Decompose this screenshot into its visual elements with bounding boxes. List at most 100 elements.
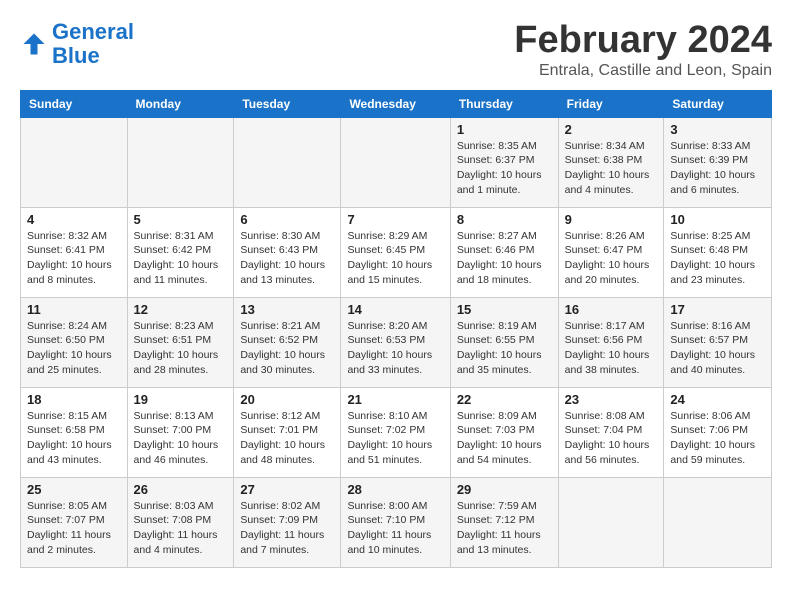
- calendar-cell: [127, 117, 234, 207]
- day-info: Sunrise: 8:31 AM Sunset: 6:42 PM Dayligh…: [134, 229, 228, 288]
- calendar-week-row: 11 Sunrise: 8:24 AM Sunset: 6:50 PM Dayli…: [21, 297, 772, 387]
- calendar-cell: 4Sunrise: 8:32 AM Sunset: 6:41 PM Daylig…: [21, 207, 128, 297]
- calendar-cell: 14 Sunrise: 8:20 AM Sunset: 6:53 PM Dayli…: [341, 297, 450, 387]
- location-title: Entrala, Castille and Leon, Spain: [514, 62, 772, 80]
- day-number: 6: [240, 212, 334, 227]
- calendar-cell: 1 Sunrise: 8:35 AM Sunset: 6:37 PM Daylig…: [450, 117, 558, 207]
- calendar-cell: [341, 117, 450, 207]
- day-number: 13: [240, 302, 334, 317]
- weekday-header-row: SundayMondayTuesdayWednesdayThursdayFrid…: [21, 90, 772, 117]
- calendar-cell: 19 Sunrise: 8:13 AM Sunset: 7:00 PM Dayli…: [127, 387, 234, 477]
- day-info: Sunrise: 8:12 AM Sunset: 7:01 PM Dayligh…: [240, 409, 334, 468]
- calendar-cell: 23Sunrise: 8:08 AM Sunset: 7:04 PM Dayli…: [558, 387, 664, 477]
- day-info: Sunrise: 8:26 AM Sunset: 6:47 PM Dayligh…: [565, 229, 658, 288]
- day-info: Sunrise: 7:59 AM Sunset: 7:12 PM Dayligh…: [457, 499, 552, 558]
- day-info: Sunrise: 8:25 AM Sunset: 6:48 PM Dayligh…: [670, 229, 765, 288]
- day-number: 15: [457, 302, 552, 317]
- calendar-cell: [21, 117, 128, 207]
- day-info: Sunrise: 8:03 AM Sunset: 7:08 PM Dayligh…: [134, 499, 228, 558]
- weekday-header-friday: Friday: [558, 90, 664, 117]
- calendar-cell: 29Sunrise: 7:59 AM Sunset: 7:12 PM Dayli…: [450, 477, 558, 567]
- day-info: Sunrise: 8:27 AM Sunset: 6:46 PM Dayligh…: [457, 229, 552, 288]
- calendar-table: SundayMondayTuesdayWednesdayThursdayFrid…: [20, 90, 772, 568]
- day-info: Sunrise: 8:21 AM Sunset: 6:52 PM Dayligh…: [240, 319, 334, 378]
- calendar-week-row: 25 Sunrise: 8:05 AM Sunset: 7:07 PM Dayli…: [21, 477, 772, 567]
- day-number: 18: [27, 392, 121, 407]
- calendar-cell: 18 Sunrise: 8:15 AM Sunset: 6:58 PM Dayli…: [21, 387, 128, 477]
- logo-icon: [20, 30, 48, 58]
- day-number: 9: [565, 212, 658, 227]
- calendar-cell: 7Sunrise: 8:29 AM Sunset: 6:45 PM Daylig…: [341, 207, 450, 297]
- calendar-cell: 9 Sunrise: 8:26 AM Sunset: 6:47 PM Daylig…: [558, 207, 664, 297]
- day-number: 21: [347, 392, 443, 407]
- day-number: 17: [670, 302, 765, 317]
- weekday-header-saturday: Saturday: [664, 90, 772, 117]
- day-info: Sunrise: 8:17 AM Sunset: 6:56 PM Dayligh…: [565, 319, 658, 378]
- calendar-cell: 12 Sunrise: 8:23 AM Sunset: 6:51 PM Dayli…: [127, 297, 234, 387]
- header: General Blue February 2024 Entrala, Cast…: [20, 20, 772, 80]
- day-number: 16: [565, 302, 658, 317]
- calendar-cell: 13 Sunrise: 8:21 AM Sunset: 6:52 PM Dayli…: [234, 297, 341, 387]
- calendar-cell: 8 Sunrise: 8:27 AM Sunset: 6:46 PM Daylig…: [450, 207, 558, 297]
- day-info: Sunrise: 8:06 AM Sunset: 7:06 PM Dayligh…: [670, 409, 765, 468]
- logo: General Blue: [20, 20, 134, 68]
- calendar-cell: 6 Sunrise: 8:30 AM Sunset: 6:43 PM Daylig…: [234, 207, 341, 297]
- day-number: 24: [670, 392, 765, 407]
- day-info: Sunrise: 8:33 AM Sunset: 6:39 PM Dayligh…: [670, 139, 765, 198]
- title-section: February 2024 Entrala, Castille and Leon…: [514, 20, 772, 80]
- day-info: Sunrise: 8:09 AM Sunset: 7:03 PM Dayligh…: [457, 409, 552, 468]
- day-info: Sunrise: 8:34 AM Sunset: 6:38 PM Dayligh…: [565, 139, 658, 198]
- day-number: 26: [134, 482, 228, 497]
- day-info: Sunrise: 8:13 AM Sunset: 7:00 PM Dayligh…: [134, 409, 228, 468]
- day-number: 19: [134, 392, 228, 407]
- day-number: 28: [347, 482, 443, 497]
- day-info: Sunrise: 8:20 AM Sunset: 6:53 PM Dayligh…: [347, 319, 443, 378]
- day-info: Sunrise: 8:30 AM Sunset: 6:43 PM Dayligh…: [240, 229, 334, 288]
- day-number: 27: [240, 482, 334, 497]
- day-info: Sunrise: 8:10 AM Sunset: 7:02 PM Dayligh…: [347, 409, 443, 468]
- day-number: 10: [670, 212, 765, 227]
- calendar-cell: 21 Sunrise: 8:10 AM Sunset: 7:02 PM Dayli…: [341, 387, 450, 477]
- logo-general: General: [52, 19, 134, 44]
- day-number: 20: [240, 392, 334, 407]
- calendar-cell: 10 Sunrise: 8:25 AM Sunset: 6:48 PM Dayli…: [664, 207, 772, 297]
- day-info: Sunrise: 8:00 AM Sunset: 7:10 PM Dayligh…: [347, 499, 443, 558]
- day-number: 22: [457, 392, 552, 407]
- day-info: Sunrise: 8:19 AM Sunset: 6:55 PM Dayligh…: [457, 319, 552, 378]
- day-info: Sunrise: 8:23 AM Sunset: 6:51 PM Dayligh…: [134, 319, 228, 378]
- day-number: 12: [134, 302, 228, 317]
- day-info: Sunrise: 8:16 AM Sunset: 6:57 PM Dayligh…: [670, 319, 765, 378]
- calendar-cell: 16 Sunrise: 8:17 AM Sunset: 6:56 PM Dayli…: [558, 297, 664, 387]
- calendar-cell: 27 Sunrise: 8:02 AM Sunset: 7:09 PM Dayli…: [234, 477, 341, 567]
- day-info: Sunrise: 8:08 AM Sunset: 7:04 PM Dayligh…: [565, 409, 658, 468]
- weekday-header-sunday: Sunday: [21, 90, 128, 117]
- calendar-cell: 2 Sunrise: 8:34 AM Sunset: 6:38 PM Daylig…: [558, 117, 664, 207]
- calendar-cell: 5Sunrise: 8:31 AM Sunset: 6:42 PM Daylig…: [127, 207, 234, 297]
- calendar-cell: 3 Sunrise: 8:33 AM Sunset: 6:39 PM Daylig…: [664, 117, 772, 207]
- calendar-cell: 28 Sunrise: 8:00 AM Sunset: 7:10 PM Dayli…: [341, 477, 450, 567]
- calendar-cell: 22 Sunrise: 8:09 AM Sunset: 7:03 PM Dayli…: [450, 387, 558, 477]
- day-info: Sunrise: 8:05 AM Sunset: 7:07 PM Dayligh…: [27, 499, 121, 558]
- day-info: Sunrise: 8:02 AM Sunset: 7:09 PM Dayligh…: [240, 499, 334, 558]
- day-number: 2: [565, 122, 658, 137]
- day-number: 11: [27, 302, 121, 317]
- calendar-cell: 24 Sunrise: 8:06 AM Sunset: 7:06 PM Dayli…: [664, 387, 772, 477]
- month-title: February 2024: [514, 20, 772, 62]
- day-info: Sunrise: 8:35 AM Sunset: 6:37 PM Dayligh…: [457, 139, 552, 198]
- day-number: 8: [457, 212, 552, 227]
- calendar-cell: [664, 477, 772, 567]
- day-info: Sunrise: 8:29 AM Sunset: 6:45 PM Dayligh…: [347, 229, 443, 288]
- day-number: 14: [347, 302, 443, 317]
- calendar-cell: 15 Sunrise: 8:19 AM Sunset: 6:55 PM Dayli…: [450, 297, 558, 387]
- day-info: Sunrise: 8:15 AM Sunset: 6:58 PM Dayligh…: [27, 409, 121, 468]
- day-number: 25: [27, 482, 121, 497]
- day-number: 3: [670, 122, 765, 137]
- weekday-header-monday: Monday: [127, 90, 234, 117]
- day-info: Sunrise: 8:24 AM Sunset: 6:50 PM Dayligh…: [27, 319, 121, 378]
- calendar-week-row: 4Sunrise: 8:32 AM Sunset: 6:41 PM Daylig…: [21, 207, 772, 297]
- calendar-cell: 17 Sunrise: 8:16 AM Sunset: 6:57 PM Dayli…: [664, 297, 772, 387]
- calendar-week-row: 1 Sunrise: 8:35 AM Sunset: 6:37 PM Daylig…: [21, 117, 772, 207]
- calendar-cell: 11 Sunrise: 8:24 AM Sunset: 6:50 PM Dayli…: [21, 297, 128, 387]
- day-number: 1: [457, 122, 552, 137]
- calendar-cell: 26 Sunrise: 8:03 AM Sunset: 7:08 PM Dayli…: [127, 477, 234, 567]
